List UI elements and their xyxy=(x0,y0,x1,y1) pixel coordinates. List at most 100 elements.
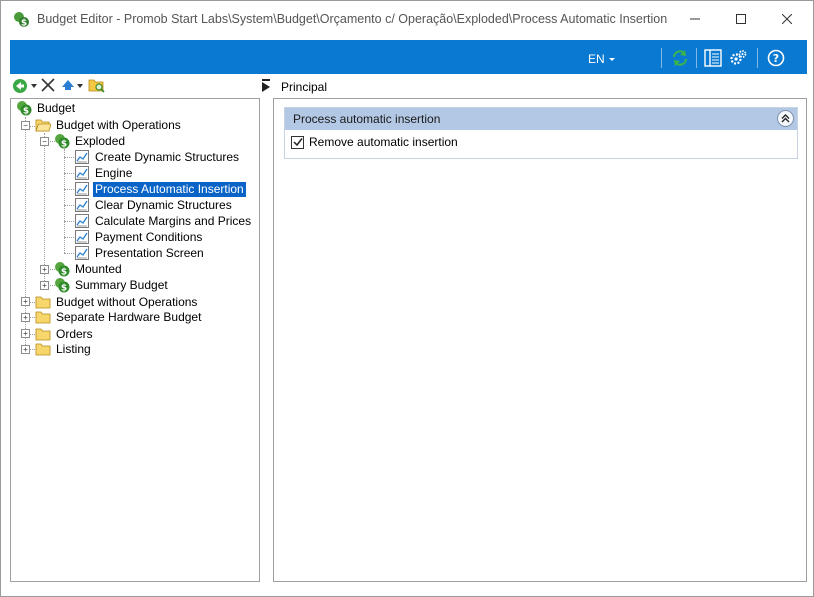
tree-node-engine[interactable]: Engine xyxy=(74,165,134,181)
tree-label: Mounted xyxy=(75,261,122,276)
chart-document-icon xyxy=(75,150,89,164)
settings-gears-icon[interactable] xyxy=(729,49,747,67)
tree-label: Budget without Operations xyxy=(56,294,198,309)
expand-toggle[interactable]: + xyxy=(21,345,30,354)
back-dropdown-icon[interactable] xyxy=(31,84,37,88)
tree-node-payment-conditions[interactable]: Payment Conditions xyxy=(74,229,204,245)
tree-node-exploded[interactable]: $ Exploded xyxy=(54,133,127,149)
exploded-dollar-icon: $ xyxy=(55,134,70,150)
tree-node-mounted[interactable]: $ Mounted xyxy=(54,261,124,277)
process-automatic-insertion-group: Process automatic insertion Remove autom… xyxy=(284,107,798,159)
tree-label: Exploded xyxy=(75,133,126,148)
collapse-toggle[interactable]: − xyxy=(40,137,49,146)
chart-document-icon xyxy=(75,198,89,212)
maximize-button[interactable] xyxy=(718,1,764,37)
svg-text:$: $ xyxy=(23,107,29,117)
back-icon[interactable] xyxy=(12,78,28,94)
move-up-icon[interactable] xyxy=(62,80,74,90)
refresh-icon[interactable] xyxy=(671,49,689,67)
remove-automatic-insertion-checkbox[interactable] xyxy=(291,135,304,149)
expand-toggle[interactable]: + xyxy=(40,265,49,274)
expand-toggle[interactable]: + xyxy=(21,297,30,306)
move-dropdown-icon[interactable] xyxy=(77,84,83,88)
group-title: Process automatic insertion xyxy=(293,112,441,126)
tree-label: Summary Budget xyxy=(75,277,168,292)
toolbar-separator xyxy=(757,48,758,68)
group-header: Process automatic insertion xyxy=(285,108,797,130)
language-dropdown-icon[interactable] xyxy=(609,58,615,61)
close-button[interactable] xyxy=(764,1,810,37)
svg-text:?: ? xyxy=(773,52,779,65)
main-toolbar: EN ? xyxy=(10,40,807,74)
maximize-icon xyxy=(736,14,746,24)
folder-icon xyxy=(35,328,51,341)
tree-label: Budget with Operations xyxy=(56,117,181,132)
minimize-button[interactable] xyxy=(672,1,718,37)
svg-text:$: $ xyxy=(61,284,67,294)
tree-node-presentation-screen[interactable]: Presentation Screen xyxy=(74,245,206,261)
tree-label: Payment Conditions xyxy=(95,229,203,244)
language-selector[interactable]: EN xyxy=(588,52,605,66)
tree-toolbar xyxy=(10,75,260,97)
remove-automatic-insertion-row[interactable]: Remove automatic insertion xyxy=(291,135,458,149)
window-title: Budget Editor - Promob Start Labs\System… xyxy=(37,12,668,26)
tree-node-create-dynamic-structures[interactable]: Create Dynamic Structures xyxy=(74,149,241,165)
chart-document-icon xyxy=(75,214,89,228)
panel-toggle-arrow-icon[interactable] xyxy=(262,79,271,93)
expand-toggle[interactable]: + xyxy=(40,281,49,290)
tree-label: Orders xyxy=(56,326,93,341)
delete-icon[interactable] xyxy=(41,78,55,92)
collapse-group-button[interactable] xyxy=(777,110,794,127)
budget-tree: $ Budget − Budget with Operations − $ Ex… xyxy=(10,98,260,582)
tree-node-budget[interactable]: $ Budget xyxy=(16,100,77,116)
chart-document-icon xyxy=(75,166,89,180)
tree-node-listing[interactable]: Listing xyxy=(35,341,93,357)
svg-text:$: $ xyxy=(61,140,67,150)
app-dollar-icon: $ xyxy=(14,12,29,29)
minimize-icon xyxy=(690,18,700,20)
open-folder-icon xyxy=(35,119,51,132)
tree-node-process-automatic-insertion[interactable]: Process Automatic Insertion xyxy=(74,181,246,197)
checkbox-label: Remove automatic insertion xyxy=(309,135,458,149)
tree-label: Calculate Margins and Prices xyxy=(95,213,252,228)
chart-document-icon xyxy=(75,182,89,196)
budget-dollar-icon: $ xyxy=(17,101,32,117)
collapse-toggle[interactable]: − xyxy=(21,121,30,130)
double-chevron-up-icon xyxy=(781,114,790,123)
tree-node-budget-without-operations[interactable]: Budget without Operations xyxy=(35,294,199,310)
toolbar-separator xyxy=(661,48,662,68)
layout-icon[interactable] xyxy=(704,49,722,67)
folder-icon xyxy=(35,296,51,309)
tree-label-selected: Process Automatic Insertion xyxy=(93,181,246,197)
tree-node-separate-hardware-budget[interactable]: Separate Hardware Budget xyxy=(35,309,203,325)
toolbar-separator xyxy=(696,48,697,68)
help-icon[interactable]: ? xyxy=(767,49,785,67)
tree-node-orders[interactable]: Orders xyxy=(35,326,95,342)
folder-search-icon[interactable] xyxy=(88,77,106,93)
tree-node-budget-with-operations[interactable]: Budget with Operations xyxy=(35,117,183,133)
budget-editor-window: $ Budget Editor - Promob Start Labs\Syst… xyxy=(0,0,814,597)
tree-label: Listing xyxy=(56,341,91,356)
tree-label: Create Dynamic Structures xyxy=(95,149,240,164)
expand-toggle[interactable]: + xyxy=(21,329,30,338)
tree-node-summary-budget[interactable]: $ Summary Budget xyxy=(54,277,170,293)
svg-text:$: $ xyxy=(61,268,67,278)
folder-icon xyxy=(35,311,51,324)
tree-label: Engine xyxy=(95,165,133,180)
tree-node-calculate-margins-and-prices[interactable]: Calculate Margins and Prices xyxy=(74,213,253,229)
tab-principal[interactable]: Principal xyxy=(281,80,327,94)
chart-document-icon xyxy=(75,246,89,260)
close-icon xyxy=(782,14,792,24)
tree-label: Separate Hardware Budget xyxy=(56,309,202,324)
tree-label: Presentation Screen xyxy=(95,245,204,260)
checkmark-icon xyxy=(292,138,303,147)
folder-icon xyxy=(35,343,51,356)
expand-toggle[interactable]: + xyxy=(21,313,30,322)
mounted-dollar-icon: $ xyxy=(55,262,70,278)
summary-dollar-icon: $ xyxy=(55,278,70,294)
title-bar: $ Budget Editor - Promob Start Labs\Syst… xyxy=(1,1,813,39)
tree-label: Clear Dynamic Structures xyxy=(95,197,232,212)
tree-node-clear-dynamic-structures[interactable]: Clear Dynamic Structures xyxy=(74,197,234,213)
svg-text:$: $ xyxy=(21,19,27,29)
properties-panel: Process automatic insertion Remove autom… xyxy=(273,98,807,582)
